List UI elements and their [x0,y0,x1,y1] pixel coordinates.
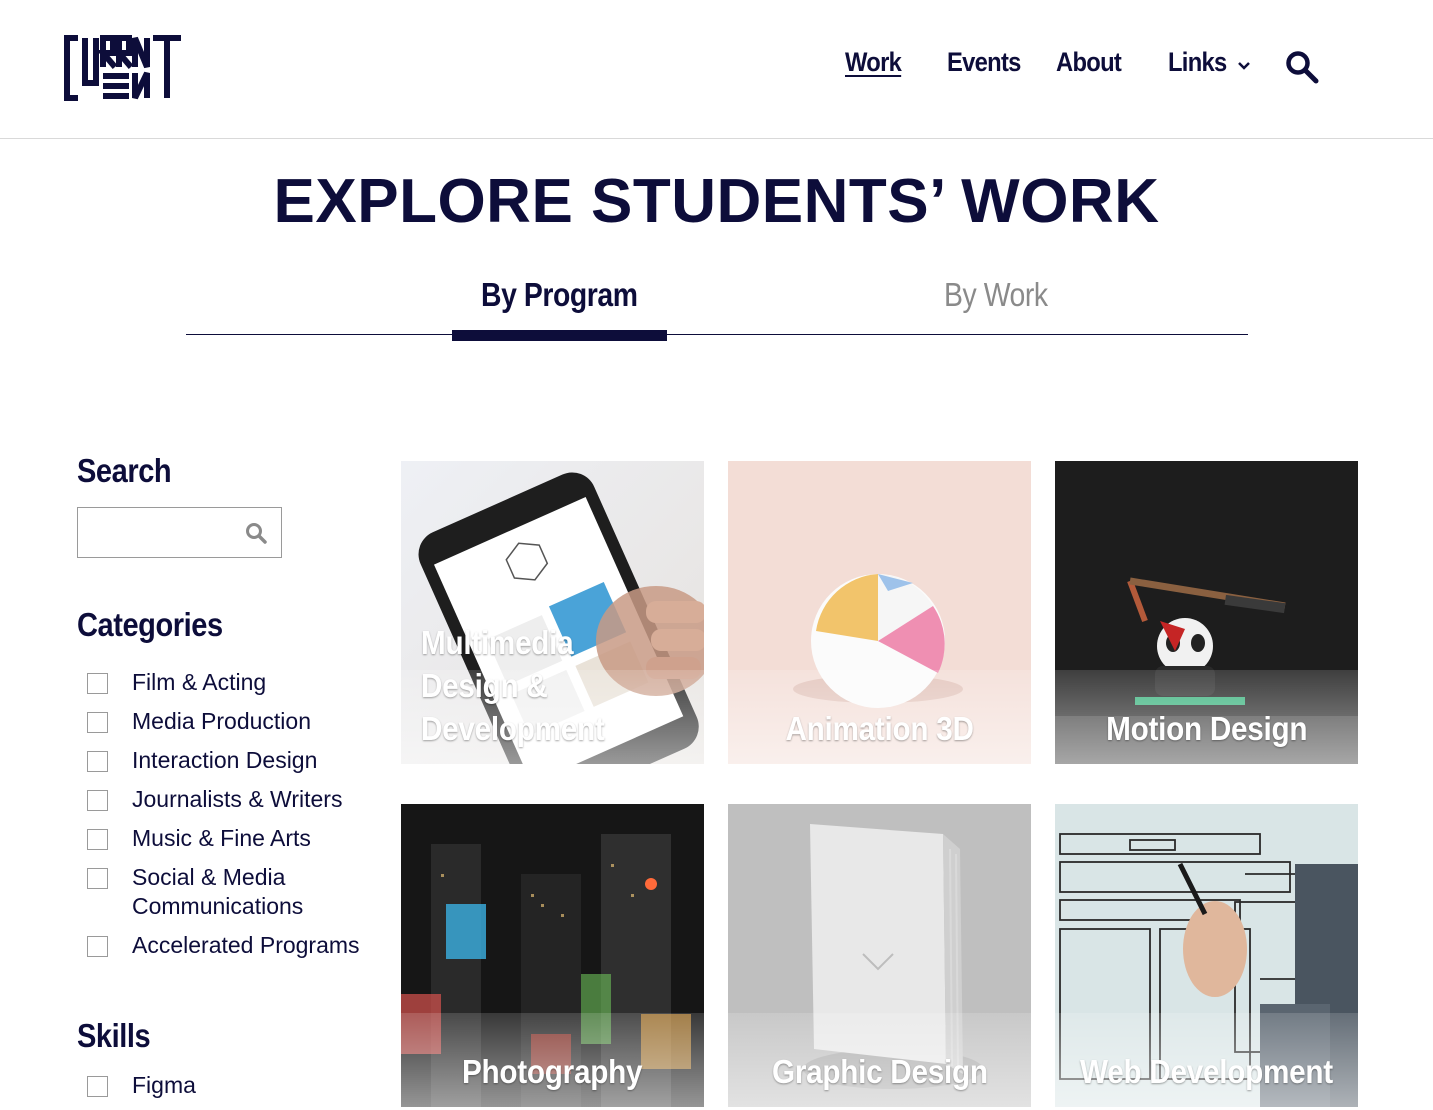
search-icon[interactable] [244,521,268,545]
active-tab-indicator [452,330,667,341]
page-title: EXPLORE STUDENTS’ WORK [273,167,1160,236]
category-label[interactable]: Accelerated Programs [132,931,372,960]
nav-events[interactable]: Events [947,47,1021,78]
category-checkbox[interactable] [87,673,108,694]
category-checkbox[interactable] [87,712,108,733]
category-label[interactable]: Music & Fine Arts [132,824,372,853]
card-title: Web Development [1080,1053,1333,1090]
card-title: Multimedia Design & Development [421,624,605,747]
program-card-graphic-design[interactable]: Graphic Design [728,804,1031,1107]
category-checkbox[interactable] [87,936,108,957]
category-checkbox[interactable] [87,790,108,811]
categories-heading: Categories [77,606,223,643]
category-label[interactable]: Media Production [132,707,372,736]
skill-label[interactable]: Figma [132,1071,372,1100]
skills-heading: Skills [77,1017,151,1054]
nav-links[interactable]: Links [1168,47,1227,78]
program-card-multimedia[interactable]: Multimedia Design & Development [401,461,704,764]
category-label[interactable]: Film & Acting [132,668,372,697]
card-title: Motion Design [1105,710,1308,747]
tab-by-work[interactable]: By Work [944,276,1048,314]
card-title: Animation 3D [785,710,974,747]
card-title: Photography [462,1053,643,1090]
program-card-web-development[interactable]: Web Development [1055,804,1358,1107]
nav-work[interactable]: Work [845,47,902,78]
category-checkbox[interactable] [87,868,108,889]
category-label[interactable]: Social & Media Communications [132,863,332,921]
chevron-down-icon[interactable] [1237,59,1251,73]
search-field [77,507,282,558]
category-checkbox[interactable] [87,829,108,850]
main-nav: Work Events About Links [0,47,1433,87]
category-label[interactable]: Interaction Design [132,746,372,775]
site-header: Work Events About Links [0,0,1433,139]
program-card-motion-design[interactable]: Motion Design [1055,461,1358,764]
view-tabs: By Program By Work [186,270,1248,342]
program-card-photography[interactable]: Photography [401,804,704,1107]
skill-checkbox[interactable] [87,1076,108,1097]
tabs-divider [186,334,1248,335]
nav-about[interactable]: About [1056,47,1122,78]
category-label[interactable]: Journalists & Writers [132,785,372,814]
search-icon[interactable] [1285,50,1319,84]
card-title: Graphic Design [771,1053,988,1090]
search-input[interactable] [78,508,238,557]
search-heading: Search [77,452,172,489]
tab-by-program[interactable]: By Program [481,276,638,314]
program-card-animation-3d[interactable]: Animation 3D [728,461,1031,764]
category-checkbox[interactable] [87,751,108,772]
